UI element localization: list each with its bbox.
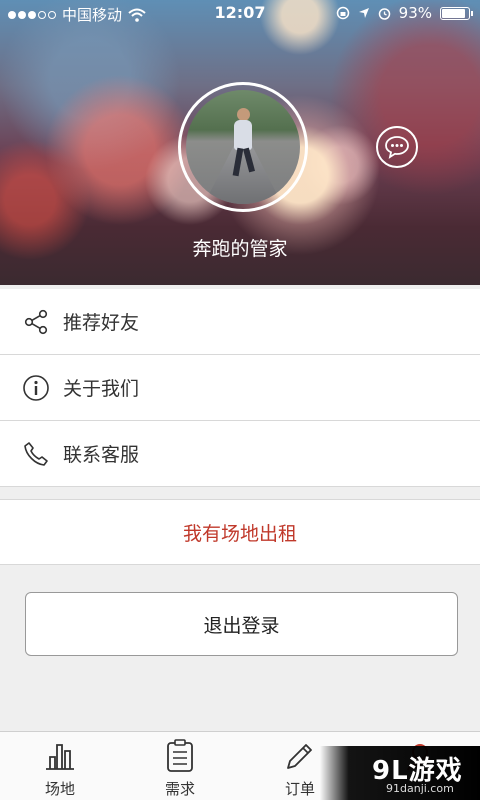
watermark-url: 91danji.com (386, 782, 454, 795)
share-icon (21, 307, 51, 337)
phone-icon (21, 439, 51, 469)
tab-label: 需求 (164, 780, 195, 798)
avatar[interactable] (178, 82, 308, 212)
tab-venue[interactable]: 场地 (0, 732, 120, 800)
menu-item-contact-support[interactable]: 联系客服 (0, 421, 480, 487)
message-button[interactable] (376, 126, 418, 168)
tab-label: 场地 (44, 780, 75, 798)
menu-list: 推荐好友 关于我们 联系客服 (0, 289, 480, 487)
logout-button[interactable]: 退出登录 (25, 592, 458, 656)
battery-percent: 93% (398, 4, 432, 22)
venue-icon (40, 738, 80, 774)
avatar-photo (186, 90, 300, 204)
menu-item-recommend-friends[interactable]: 推荐好友 (0, 289, 480, 355)
username: 奔跑的管家 (192, 238, 288, 260)
tab-demand[interactable]: 需求 (120, 732, 240, 800)
rent-venue-label: 我有场地出租 (182, 522, 297, 545)
menu-item-about-us[interactable]: 关于我们 (0, 355, 480, 421)
status-bar: 中国移动 12:07 93% (0, 0, 480, 26)
battery-fill (442, 8, 466, 18)
info-icon (21, 373, 51, 403)
rent-venue-button[interactable]: 我有场地出租 (0, 499, 480, 565)
location-icon (358, 8, 369, 18)
profile-header: 中国移动 12:07 93% 奔跑的管家 (0, 0, 480, 285)
pencil-icon (280, 738, 320, 774)
battery-icon (440, 6, 473, 20)
menu-item-label: 推荐好友 (63, 312, 140, 334)
chat-bubble-icon (385, 136, 409, 159)
menu-item-label: 关于我们 (63, 378, 140, 400)
site-watermark: 9L游戏 91danji.com (320, 746, 480, 800)
status-right: 93% (336, 4, 473, 22)
rotation-lock-icon (336, 6, 349, 20)
menu-item-label: 联系客服 (63, 444, 140, 466)
clipboard-icon (160, 738, 200, 774)
alarm-icon (378, 7, 390, 20)
